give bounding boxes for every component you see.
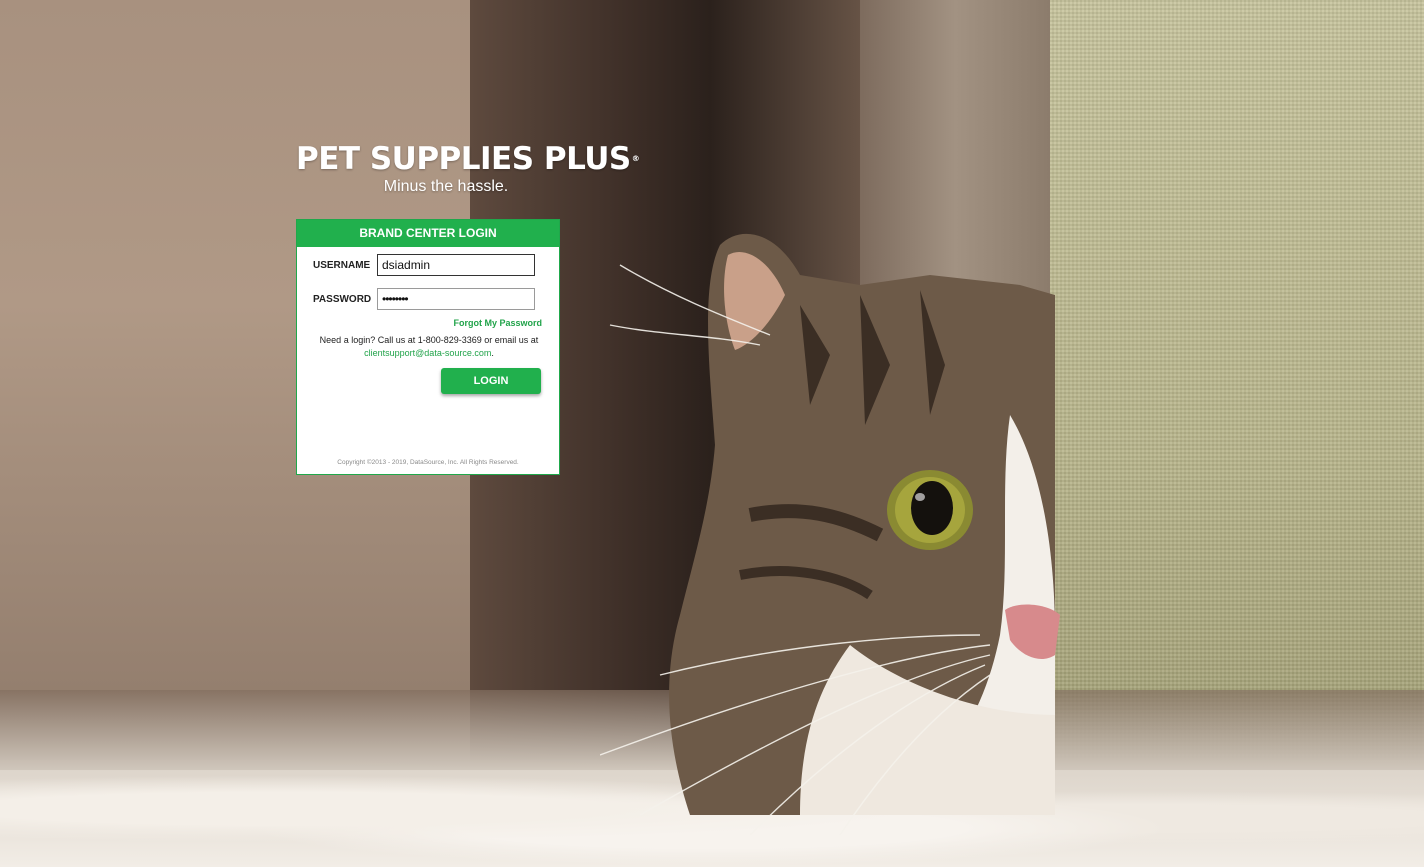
login-button[interactable]: LOGIN: [441, 368, 541, 394]
cat-photo: [600, 233, 1060, 835]
password-label: PASSWORD: [313, 293, 372, 305]
password-input[interactable]: [377, 288, 535, 310]
brand-title-text: PET SUPPLIES PLUS: [296, 141, 631, 177]
copyright-text: Copyright ©2013 - 2019, DataSource, Inc.…: [337, 459, 519, 466]
help-text-suffix: .: [491, 348, 494, 358]
login-panel-header: BRAND CENTER LOGIN: [297, 220, 559, 247]
background-couch: [1050, 0, 1424, 760]
login-panel: BRAND CENTER LOGIN USERNAME PASSWORD For…: [296, 219, 560, 475]
login-page: PET SUPPLIES PLUS® Minus the hassle. BRA…: [0, 0, 1424, 867]
password-row: PASSWORD: [313, 287, 537, 311]
username-input[interactable]: [377, 254, 535, 276]
brand-tagline: Minus the hassle.: [383, 178, 509, 195]
username-label: USERNAME: [313, 259, 371, 271]
forgot-password-link[interactable]: Forgot My Password: [453, 318, 542, 328]
registered-mark: ®: [631, 154, 640, 163]
brand-logo: PET SUPPLIES PLUS® Minus the hassle.: [296, 140, 640, 196]
support-email-link[interactable]: clientsupport@data-source.com: [364, 348, 491, 358]
username-row: USERNAME: [313, 253, 537, 277]
login-help-text: Need a login? Call us at 1-800-829-3369 …: [307, 334, 551, 360]
brand-title: PET SUPPLIES PLUS®: [296, 140, 640, 178]
help-text-prefix: Need a login? Call us at 1-800-829-3369 …: [319, 335, 539, 345]
